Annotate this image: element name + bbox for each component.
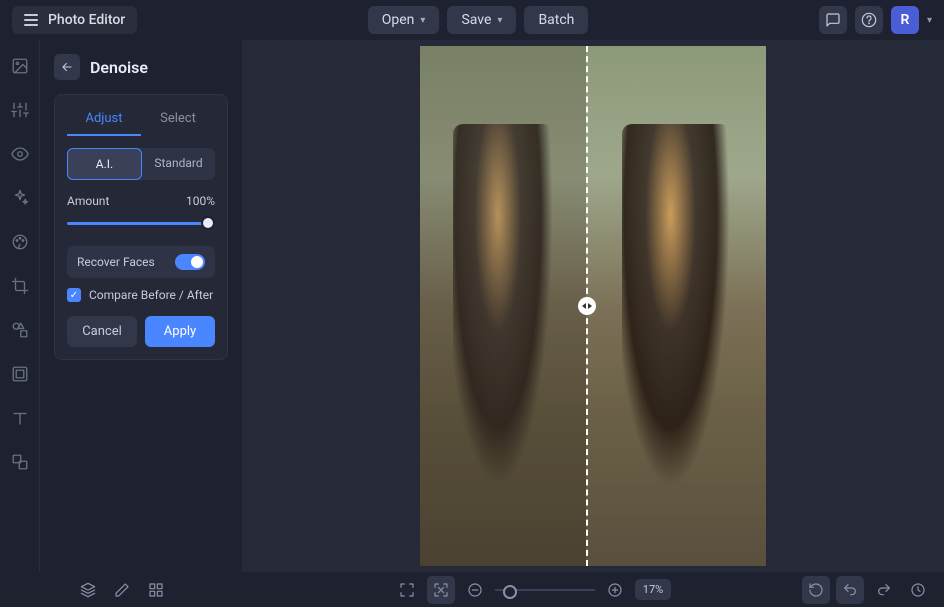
panel-title: Denoise xyxy=(90,58,148,77)
panel-tabs: Adjust Select xyxy=(67,107,215,136)
zoom-slider[interactable] xyxy=(495,589,595,591)
avatar-initial: R xyxy=(901,12,910,28)
slider-thumb xyxy=(201,216,215,230)
back-button[interactable] xyxy=(54,54,80,80)
image-preview xyxy=(420,46,766,566)
mode-segment: A.I. Standard xyxy=(67,148,215,180)
history-button[interactable] xyxy=(904,576,932,604)
help-button[interactable] xyxy=(855,6,883,34)
sliders-icon xyxy=(11,101,29,119)
grid-icon xyxy=(148,582,164,598)
zoom-percent[interactable]: 17% xyxy=(635,579,671,600)
grid-button[interactable] xyxy=(142,576,170,604)
undo-button[interactable] xyxy=(836,576,864,604)
mode-standard[interactable]: Standard xyxy=(142,148,215,180)
batch-label: Batch xyxy=(538,12,574,28)
fit-icon xyxy=(433,582,449,598)
slider-track xyxy=(67,222,215,225)
edit-icon xyxy=(114,582,130,598)
app-menu[interactable]: Photo Editor xyxy=(12,6,137,34)
crop-icon xyxy=(11,277,29,295)
edit-button[interactable] xyxy=(108,576,136,604)
app-title: Photo Editor xyxy=(48,12,125,28)
sidebar-item-text[interactable] xyxy=(8,406,32,430)
zoom-in-button[interactable] xyxy=(601,576,629,604)
plus-circle-icon xyxy=(607,582,623,598)
zoom-out-button[interactable] xyxy=(461,576,489,604)
panel-card: Adjust Select A.I. Standard Amount 100% … xyxy=(54,94,228,360)
compare-handle[interactable] xyxy=(578,297,596,315)
top-right: R ▾ xyxy=(819,6,932,34)
image-icon xyxy=(11,57,29,75)
fullscreen-icon xyxy=(399,582,415,598)
recover-faces-row: Recover Faces xyxy=(67,246,215,278)
recover-faces-label: Recover Faces xyxy=(77,255,155,269)
chevron-down-icon: ▾ xyxy=(497,15,502,26)
sidebar-item-sliders[interactable] xyxy=(8,98,32,122)
apply-button[interactable]: Apply xyxy=(145,316,215,347)
chevron-down-icon: ▾ xyxy=(420,15,425,26)
tool-sidebar xyxy=(0,40,40,572)
compare-row: ✓ Compare Before / After xyxy=(67,288,215,302)
fullscreen-button[interactable] xyxy=(393,576,421,604)
tab-adjust[interactable]: Adjust xyxy=(67,107,141,136)
recover-faces-toggle[interactable] xyxy=(175,254,205,270)
undo-icon xyxy=(842,582,858,598)
sidebar-item-shapes[interactable] xyxy=(8,318,32,342)
sidebar-item-frame[interactable] xyxy=(8,362,32,386)
top-actions: Open ▾ Save ▾ Batch xyxy=(368,6,589,34)
help-icon xyxy=(861,12,877,28)
shapes-icon xyxy=(11,321,29,339)
amount-slider[interactable] xyxy=(67,214,215,234)
mode-ai[interactable]: A.I. xyxy=(67,148,142,180)
sidebar-item-sparkles[interactable] xyxy=(8,186,32,210)
eye-icon xyxy=(11,145,29,163)
compare-label: Compare Before / After xyxy=(89,288,213,302)
avatar[interactable]: R xyxy=(891,6,919,34)
arrow-left-icon xyxy=(60,60,74,74)
hamburger-icon xyxy=(24,14,38,26)
bottom-bar: 17% xyxy=(0,572,944,607)
sidebar-item-brush[interactable] xyxy=(8,230,32,254)
chat-icon xyxy=(825,12,841,28)
account-chevron-icon[interactable]: ▾ xyxy=(927,15,932,26)
minus-circle-icon xyxy=(467,582,483,598)
text-icon xyxy=(11,409,29,427)
before-half xyxy=(420,46,586,566)
layers-icon xyxy=(80,582,96,598)
swap-icon xyxy=(11,453,29,471)
history-icon xyxy=(910,582,926,598)
after-half xyxy=(586,46,766,566)
fit-button[interactable] xyxy=(427,576,455,604)
top-bar: Photo Editor Open ▾ Save ▾ Batch R ▾ xyxy=(0,0,944,40)
open-button[interactable]: Open ▾ xyxy=(368,6,440,34)
reset-button[interactable] xyxy=(802,576,830,604)
save-button[interactable]: Save ▾ xyxy=(447,6,516,34)
reset-icon xyxy=(808,582,824,598)
amount-label: Amount xyxy=(67,194,109,208)
tab-select[interactable]: Select xyxy=(141,107,215,136)
sidebar-item-eye[interactable] xyxy=(8,142,32,166)
cancel-button[interactable]: Cancel xyxy=(67,316,137,347)
compare-checkbox[interactable]: ✓ xyxy=(67,288,81,302)
sidebar-item-crop[interactable] xyxy=(8,274,32,298)
batch-button[interactable]: Batch xyxy=(524,6,588,34)
redo-button[interactable] xyxy=(870,576,898,604)
sidebar-item-image[interactable] xyxy=(8,54,32,78)
chat-button[interactable] xyxy=(819,6,847,34)
sparkles-icon xyxy=(11,189,29,207)
open-label: Open xyxy=(382,12,415,28)
canvas[interactable] xyxy=(242,40,944,572)
save-label: Save xyxy=(461,12,491,28)
sidebar-item-swap[interactable] xyxy=(8,450,32,474)
amount-value: 100% xyxy=(186,194,215,208)
layers-button[interactable] xyxy=(74,576,102,604)
redo-icon xyxy=(876,582,892,598)
tool-panel: Denoise Adjust Select A.I. Standard Amou… xyxy=(40,40,242,572)
brush-icon xyxy=(11,233,29,251)
frame-icon xyxy=(11,365,29,383)
